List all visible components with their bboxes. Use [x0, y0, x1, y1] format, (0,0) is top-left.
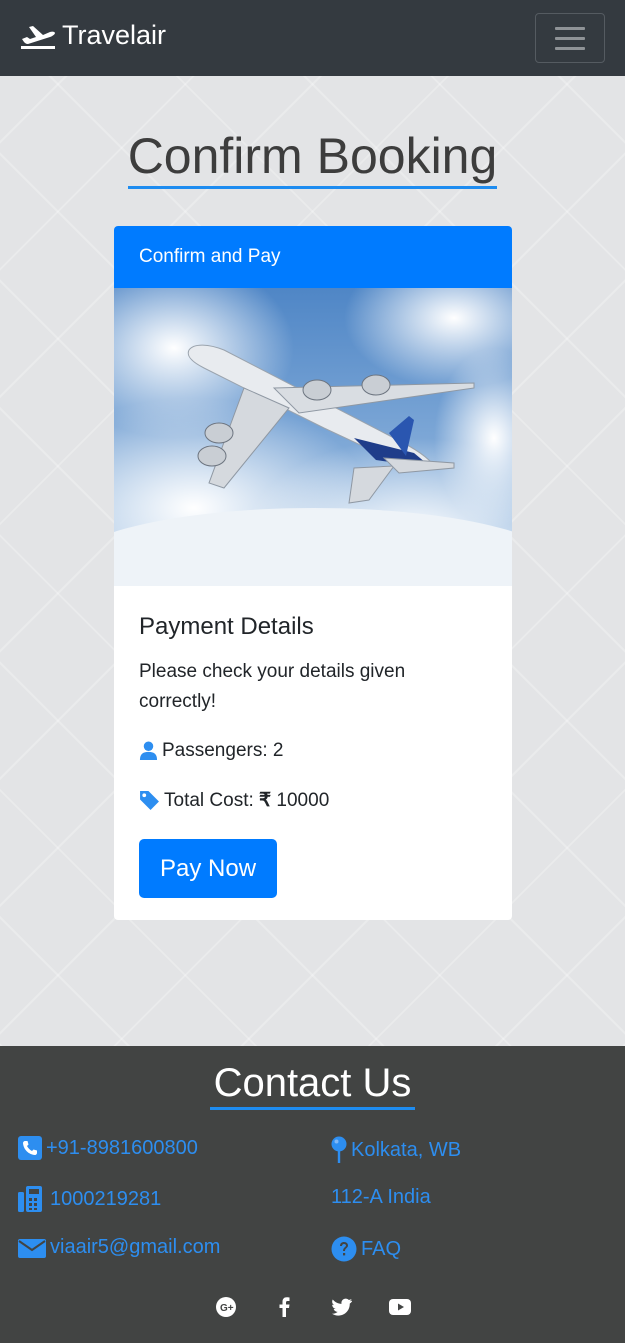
- total-cost-row: Total Cost: ₹ 10000: [139, 787, 487, 814]
- brand-link[interactable]: Travelair: [20, 20, 166, 51]
- airplane-photo: [114, 288, 512, 586]
- brand-name: Travelair: [62, 20, 167, 50]
- youtube-icon[interactable]: [388, 1296, 411, 1318]
- faq-link[interactable]: FAQ: [331, 1236, 401, 1262]
- svg-text:G+: G+: [220, 1303, 234, 1314]
- email-link[interactable]: viaair5@gmail.com: [18, 1236, 220, 1259]
- total-cost-label: Total Cost:: [164, 789, 254, 811]
- question-circle-icon: [331, 1236, 357, 1262]
- tag-icon: [140, 791, 159, 810]
- envelope-icon: [18, 1238, 46, 1258]
- total-cost-value: 10000: [276, 789, 330, 811]
- address-link[interactable]: 112-A India: [331, 1186, 431, 1209]
- map-pin-icon: [331, 1136, 347, 1163]
- fax-icon: [18, 1186, 42, 1212]
- phone-icon: [18, 1136, 42, 1160]
- card-header: Confirm and Pay: [114, 226, 512, 288]
- email-address: viaair5@gmail.com: [50, 1236, 221, 1258]
- navbar: Travelair: [0, 0, 625, 76]
- google-plus-icon[interactable]: G+: [215, 1296, 237, 1318]
- rupee-icon: ₹: [259, 790, 272, 811]
- hamburger-menu-icon: [555, 26, 585, 30]
- social-links: G+: [0, 1296, 625, 1318]
- address-text: 112-A India: [331, 1186, 431, 1208]
- location-text: Kolkata, WB: [351, 1138, 462, 1161]
- airplane-departure-icon: [21, 25, 55, 49]
- location-link[interactable]: Kolkata, WB: [331, 1136, 461, 1164]
- phone-number: +91-8981600800: [46, 1136, 198, 1159]
- passengers-row: Passengers: 2: [139, 737, 487, 764]
- page-title: Confirm Booking: [127, 128, 498, 189]
- facebook-icon[interactable]: [273, 1296, 295, 1318]
- faq-text: FAQ: [361, 1237, 402, 1260]
- menu-toggle-button[interactable]: [535, 13, 605, 63]
- passengers-label: Passengers:: [162, 739, 268, 761]
- card-body: Payment Details Please check your detail…: [114, 586, 512, 920]
- fax-link[interactable]: 1000219281: [18, 1186, 161, 1212]
- contact-us-title: Contact Us: [209, 1060, 416, 1110]
- main-content: Confirm Booking Confirm and Pay Payment …: [0, 76, 625, 1046]
- card-text: Please check your details given correctl…: [139, 661, 406, 712]
- card-title: Payment Details: [139, 613, 314, 640]
- pay-now-button[interactable]: Pay Now: [139, 839, 278, 898]
- fax-number: 1000219281: [50, 1187, 162, 1210]
- footer: Contact Us +91-8981600800 1000219281 via…: [0, 1046, 625, 1343]
- booking-card: Confirm and Pay Payment Details Please c…: [114, 226, 512, 920]
- twitter-icon[interactable]: [331, 1296, 353, 1318]
- phone-link[interactable]: +91-8981600800: [18, 1136, 198, 1160]
- passengers-value: 2: [272, 739, 284, 761]
- user-icon: [139, 741, 158, 760]
